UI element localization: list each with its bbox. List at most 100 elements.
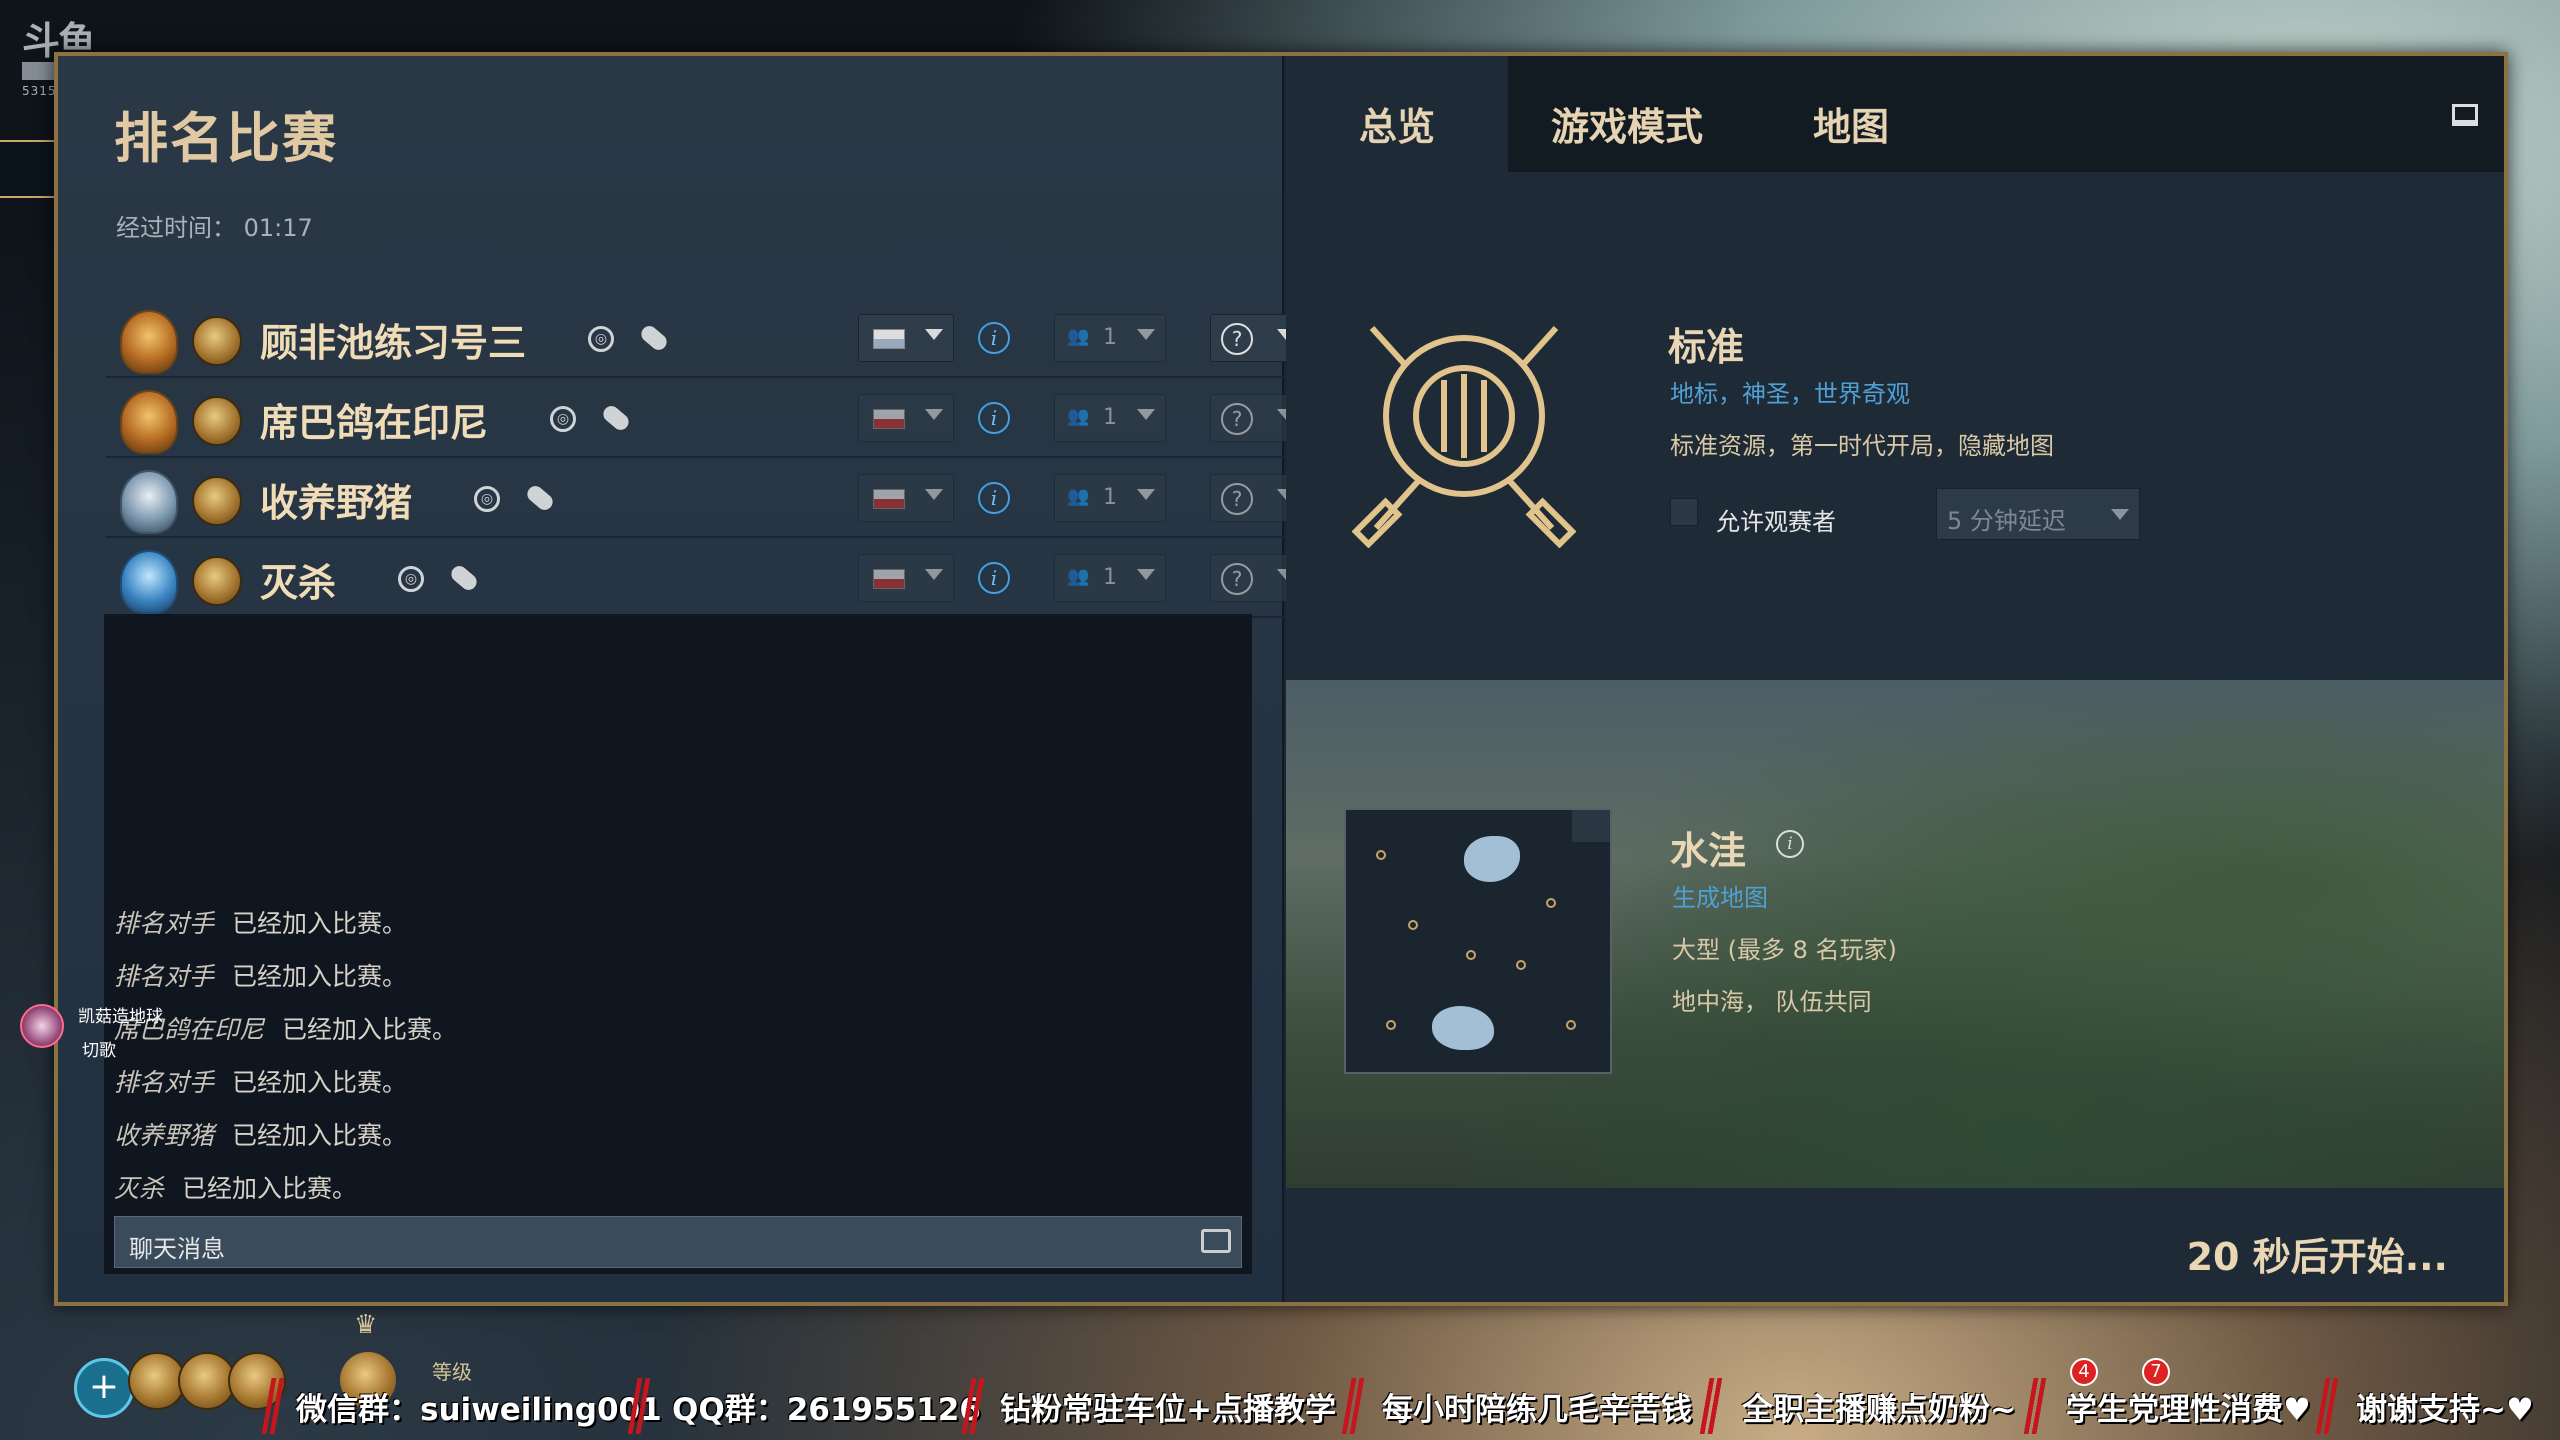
chat-message: 已经加入比赛。 bbox=[282, 1015, 458, 1044]
divider-slash bbox=[1342, 1378, 1364, 1434]
chevron-down-icon bbox=[925, 569, 943, 580]
elapsed-label: 经过时间： bbox=[116, 214, 236, 242]
color-dropdown[interactable] bbox=[858, 394, 954, 442]
flag-icon bbox=[873, 409, 905, 429]
civilization-icon[interactable] bbox=[192, 476, 242, 526]
notification-badge[interactable]: 4 bbox=[2070, 1358, 2098, 1386]
countdown-text: 20 秒后开始... bbox=[2186, 1235, 2448, 1279]
avatar bbox=[20, 1004, 64, 1048]
map-type: 生成地图 bbox=[1672, 884, 1768, 912]
chat-author: 排名对手 bbox=[114, 962, 215, 991]
minimize-icon[interactable] bbox=[2452, 104, 2478, 126]
mode-description: 标准资源，第一时代开局，隐藏地图 bbox=[1670, 432, 2054, 460]
chat-message: 已经加入比赛。 bbox=[232, 1068, 408, 1097]
chat-line: 灭杀 已经加入比赛。 bbox=[114, 1169, 1214, 1222]
crown-icon: ♛ bbox=[354, 1310, 378, 1340]
player-row: 收养野猪 ◎ i 👥 1 ? bbox=[106, 460, 1306, 538]
lake-shape bbox=[1464, 836, 1520, 882]
connection-icon bbox=[524, 482, 556, 514]
tab-map[interactable]: 地图 bbox=[1746, 56, 1956, 172]
chat-author: 灭杀 bbox=[114, 1174, 165, 1203]
streamer-overlay: 凯菇造地球 切歌 bbox=[20, 998, 270, 1068]
spectator-label: 允许观赛者 bbox=[1716, 508, 1836, 536]
chat-line: 席巴鸽在印尼 已经加入比赛。 bbox=[114, 1010, 1214, 1063]
resource-dot bbox=[1546, 898, 1556, 908]
team-dropdown[interactable]: 👥 1 bbox=[1054, 474, 1166, 522]
streamer-name: 凯菇造地球 bbox=[78, 1007, 163, 1027]
color-dropdown[interactable] bbox=[858, 554, 954, 602]
chat-message: 已经加入比赛。 bbox=[232, 909, 408, 938]
connection-icon bbox=[600, 402, 632, 434]
swords-shield-icon bbox=[1352, 325, 1576, 548]
info-icon[interactable]: i bbox=[978, 402, 1010, 434]
color-dropdown[interactable] bbox=[858, 474, 954, 522]
map-corner-icon bbox=[1572, 810, 1610, 842]
chevron-down-icon bbox=[1137, 489, 1155, 500]
chat-input[interactable]: 聊天消息 bbox=[114, 1216, 1242, 1268]
team-dropdown[interactable]: 👥 1 bbox=[1054, 554, 1166, 602]
chat-author: 排名对手 bbox=[114, 909, 215, 938]
rank-emblem-icon bbox=[120, 390, 178, 454]
player-name: 席巴鸽在印尼 bbox=[260, 401, 489, 445]
civilization-icon[interactable] bbox=[192, 556, 242, 606]
ticker-item: 微信群：suiweiling001 bbox=[296, 1392, 662, 1428]
divider-slash bbox=[962, 1378, 984, 1434]
chat-placeholder: 聊天消息 bbox=[129, 1235, 225, 1263]
resource-dot bbox=[1516, 960, 1526, 970]
globe-icon: ◎ bbox=[398, 566, 424, 592]
team-dropdown[interactable]: 👥 1 bbox=[1054, 314, 1166, 362]
mode-name: 标准 bbox=[1668, 325, 1745, 369]
settings-panel: 总览 游戏模式 地图 标准 地标，神圣，世界奇观 标准资源，第一时代开局，隐藏地… bbox=[1286, 56, 2504, 1302]
player-name: 收养野猪 bbox=[260, 481, 413, 525]
info-icon[interactable]: i bbox=[978, 482, 1010, 514]
mode-tags: 地标，神圣，世界奇观 bbox=[1670, 380, 1910, 408]
player-name: 顾非池练习号三 bbox=[260, 321, 527, 365]
map-thumbnail[interactable] bbox=[1344, 808, 1612, 1074]
side-tab[interactable] bbox=[0, 140, 56, 198]
resource-dot bbox=[1566, 1020, 1576, 1030]
player-row: 顾非池练习号三 ◎ i 👥 1 ? bbox=[106, 300, 1306, 378]
chat-bubble-icon[interactable] bbox=[1201, 1229, 1231, 1253]
question-icon: ? bbox=[1221, 483, 1253, 515]
page-title: 排名比赛 bbox=[114, 107, 338, 170]
delay-dropdown[interactable]: 5 分钟延迟 bbox=[1936, 488, 2140, 540]
divider-slash bbox=[628, 1378, 650, 1434]
info-icon[interactable]: i bbox=[978, 562, 1010, 594]
ticker-item: 学生党理性消费♥ bbox=[2066, 1392, 2311, 1428]
team-icon: 👥 bbox=[1067, 566, 1090, 587]
streamer-sub: 切歌 bbox=[82, 1041, 116, 1061]
team-number: 1 bbox=[1103, 405, 1117, 430]
chat-message: 已经加入比赛。 bbox=[232, 1121, 408, 1150]
player-name: 灭杀 bbox=[260, 561, 337, 605]
chat-line: 排名对手 已经加入比赛。 bbox=[114, 957, 1214, 1010]
color-dropdown[interactable] bbox=[858, 314, 954, 362]
chevron-down-icon bbox=[925, 489, 943, 500]
team-dropdown[interactable]: 👥 1 bbox=[1054, 394, 1166, 442]
divider-slash bbox=[2316, 1378, 2338, 1434]
tab-game-mode[interactable]: 游戏模式 bbox=[1508, 56, 1746, 172]
civilization-icon[interactable] bbox=[192, 396, 242, 446]
civilization-icon[interactable] bbox=[192, 316, 242, 366]
notification-badge[interactable]: 7 bbox=[2142, 1358, 2170, 1386]
team-icon: 👥 bbox=[1067, 326, 1090, 347]
tab-overview[interactable]: 总览 bbox=[1286, 56, 1508, 172]
resource-dot bbox=[1408, 920, 1418, 930]
team-number: 1 bbox=[1103, 565, 1117, 590]
flag-icon bbox=[873, 329, 905, 349]
ticker-item: 钻粉常驻车位+点播教学 bbox=[1000, 1392, 1336, 1428]
globe-icon: ◎ bbox=[474, 486, 500, 512]
rank-emblem-icon bbox=[120, 470, 178, 534]
rank-emblem-icon bbox=[120, 550, 178, 614]
lobby-panel: 排名比赛 经过时间： 01:17 顾非池练习号三 ◎ i 👥 1 ? 席巴鸽在印尼… bbox=[58, 56, 1306, 1302]
chevron-down-icon bbox=[2111, 509, 2129, 520]
info-icon[interactable]: i bbox=[978, 322, 1010, 354]
map-size: 大型 (最多 8 名玩家) bbox=[1672, 936, 1897, 964]
divider-slash bbox=[262, 1378, 284, 1434]
resource-dot bbox=[1466, 950, 1476, 960]
info-icon[interactable]: i bbox=[1776, 830, 1804, 858]
spectator-checkbox[interactable] bbox=[1670, 498, 1698, 526]
flag-icon bbox=[873, 569, 905, 589]
chevron-down-icon bbox=[1137, 569, 1155, 580]
rank-emblem-icon bbox=[120, 310, 178, 374]
flag-icon bbox=[873, 489, 905, 509]
